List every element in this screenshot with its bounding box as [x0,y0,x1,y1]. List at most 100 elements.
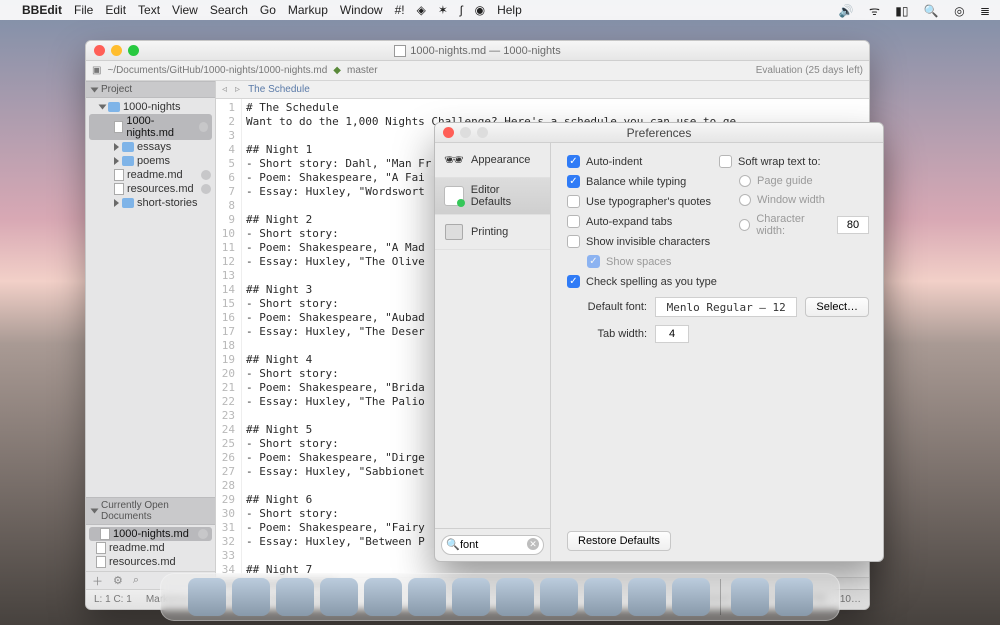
menu-view[interactable]: View [172,3,198,17]
checkbox-soft-wrap[interactable] [719,155,732,168]
window-zoom-button[interactable] [128,45,139,56]
prefs-search: 🔍 ✕ [435,528,550,561]
cursor-position[interactable]: L: 1 C: 1 [94,594,132,605]
menu-search[interactable]: Search [210,3,248,17]
volume-icon[interactable]: 🔊 [839,4,854,18]
tab-width-input[interactable] [655,325,689,343]
character-width-input[interactable] [837,216,869,234]
disclosure-triangle-icon[interactable] [114,199,119,207]
checkbox-auto-expand-tabs[interactable] [567,215,580,228]
wifi-icon[interactable]: ᯤ [869,4,880,18]
dock-app-icon[interactable] [232,578,270,616]
doc-stats[interactable]: 10… [840,594,861,605]
window-close-button[interactable] [94,45,105,56]
disclosure-triangle-icon[interactable] [114,157,119,165]
add-icon[interactable]: ＋ [92,573,103,589]
menu-window[interactable]: Window [340,3,383,17]
dock-app-icon[interactable] [731,578,769,616]
folder-icon [122,142,134,152]
menu-file[interactable]: File [74,3,93,17]
checkbox-auto-indent[interactable]: ✓ [567,155,580,168]
prefs-titlebar[interactable]: Preferences [435,123,883,143]
siri-icon[interactable]: ◎ [954,4,964,18]
disclosure-triangle-icon[interactable] [99,105,107,110]
close-file-icon[interactable] [199,122,208,132]
clear-search-icon[interactable]: ✕ [527,538,539,550]
dock-app-icon[interactable] [452,578,490,616]
file-tree-item[interactable]: readme.md [86,168,215,182]
file-tree-item[interactable]: 1000-nights.md [89,114,212,140]
file-tree-item[interactable]: essays [86,140,215,154]
select-font-button[interactable]: Select… [805,297,869,317]
menu-script-2[interactable]: ✶ [438,3,448,17]
file-tree-item[interactable]: short-stories [86,196,215,210]
window-close-button[interactable] [443,127,454,138]
file-icon [114,183,124,195]
close-file-icon[interactable] [201,184,211,194]
menu-script-3[interactable]: ʃ [460,3,463,17]
file-tree-item[interactable]: poems [86,154,215,168]
path-segment[interactable]: ~/Documents/GitHub/1000-nights/1000-nigh… [107,65,327,76]
window-minimize-button[interactable] [111,45,122,56]
open-doc-item[interactable]: resources.md [86,555,215,569]
file-tree-item[interactable]: resources.md [86,182,215,196]
folder-icon [122,156,134,166]
nav-back-icon[interactable]: ◃ [222,84,227,95]
menu-edit[interactable]: Edit [105,3,126,17]
project-section-header[interactable]: Project [86,81,215,98]
project-root[interactable]: 1000-nights [86,100,215,114]
notifications-icon[interactable]: ≣ [980,4,990,18]
menu-text[interactable]: Text [138,3,160,17]
menu-script-4[interactable]: ◉ [475,3,485,17]
sidebar-toggle-icon[interactable]: ▣ [92,65,101,76]
menu-shebang[interactable]: #! [395,3,405,17]
dock-separator [720,579,721,615]
nav-fwd-icon[interactable]: ▹ [235,84,240,95]
prefs-category-editor-defaults[interactable]: Editor Defaults [435,178,550,215]
disclosure-triangle-icon[interactable] [114,143,119,151]
dock-app-icon[interactable] [276,578,314,616]
menu-script-1[interactable]: ◈ [417,3,426,17]
window-titlebar[interactable]: 1000-nights.md — 1000-nights [86,41,869,61]
dock-app-icon[interactable] [408,578,446,616]
git-branch[interactable]: master [347,65,378,76]
menu-go[interactable]: Go [260,3,276,17]
open-doc-item[interactable]: 1000-nights.md [89,527,212,541]
checkbox-typographers-quotes[interactable] [567,195,580,208]
prefs-category-printing[interactable]: Printing [435,215,550,250]
menu-markup[interactable]: Markup [288,3,328,17]
dock-app-icon[interactable] [540,578,578,616]
radio-window-width [739,194,751,206]
dock-trash-icon[interactable] [775,578,813,616]
prefs-category-appearance[interactable]: 🕶 Appearance [435,143,550,178]
window-minimize-button [460,127,471,138]
disclosure-triangle-icon[interactable] [91,509,99,514]
dock-app-icon[interactable] [496,578,534,616]
folder-icon [122,198,134,208]
restore-defaults-button[interactable]: Restore Defaults [567,531,671,551]
dock-app-icon[interactable] [364,578,402,616]
close-file-icon[interactable] [198,529,208,539]
checkbox-balance[interactable]: ✓ [567,175,580,188]
spotlight-icon[interactable]: 🔍 [924,4,939,18]
symbol-popup[interactable]: The Schedule [248,84,310,95]
dock-app-icon[interactable] [584,578,622,616]
dock [160,573,840,621]
checkbox-check-spelling[interactable]: ✓ [567,275,580,288]
document-proxy-icon[interactable] [394,45,406,57]
dock-app-icon[interactable] [188,578,226,616]
checkbox-show-invisibles[interactable] [567,235,580,248]
menu-help[interactable]: Help [497,3,522,17]
dock-app-icon[interactable] [672,578,710,616]
file-icon [100,528,110,540]
close-file-icon[interactable] [201,170,211,180]
gear-icon[interactable]: ⚙ [113,574,123,587]
battery-icon[interactable]: ▮▯ [895,4,908,18]
open-docs-section-header[interactable]: Currently Open Documents [86,497,215,525]
app-menu[interactable]: BBEdit [22,3,62,17]
filter-icon[interactable]: ⌕ [133,574,139,587]
dock-app-icon[interactable] [628,578,666,616]
open-doc-item[interactable]: readme.md [86,541,215,555]
dock-app-icon[interactable] [320,578,358,616]
disclosure-triangle-icon[interactable] [91,87,99,92]
